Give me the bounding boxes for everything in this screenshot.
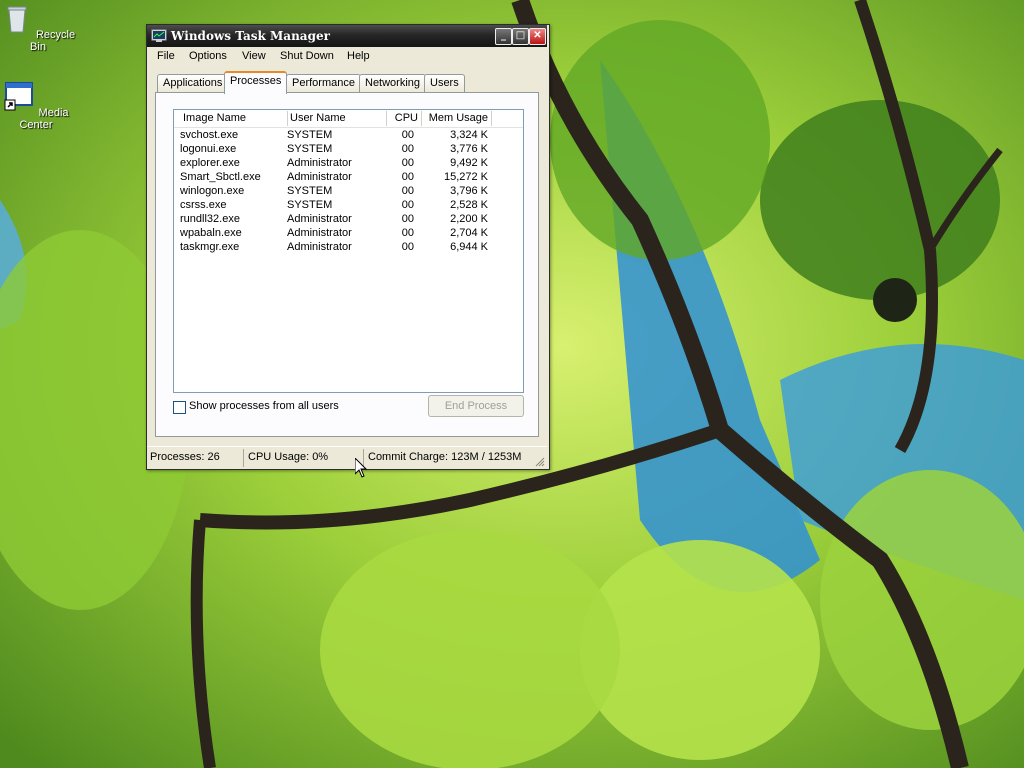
menu-view[interactable]: View	[242, 50, 266, 62]
cell-image-name: svchost.exe	[180, 129, 239, 141]
cell-image-name: explorer.exe	[180, 157, 240, 169]
processes-panel: Image Name User Name CPU Mem Usage svcho…	[155, 92, 539, 437]
cell-cpu: 00	[401, 171, 414, 183]
cell-user-name: SYSTEM	[287, 143, 333, 155]
column-image-name[interactable]: Image Name	[174, 111, 288, 126]
table-row[interactable]: taskmgr.exe Administrator 00 6,944 K	[174, 240, 523, 254]
cell-user-name: SYSTEM	[287, 129, 333, 141]
cell-cpu: 00	[401, 157, 414, 169]
close-icon: ✕	[533, 30, 542, 41]
table-row[interactable]: rundll32.exe Administrator 00 2,200 K	[174, 212, 523, 226]
column-user-name[interactable]: User Name	[288, 111, 387, 126]
cell-image-name: winlogon.exe	[180, 185, 245, 197]
close-button[interactable]: ✕	[529, 28, 546, 45]
cell-user-name: Administrator	[287, 241, 352, 253]
maximize-button[interactable]: □	[512, 28, 529, 45]
status-commit-charge: Commit Charge: 123M / 1253M	[368, 451, 522, 463]
menu-help[interactable]: Help	[347, 50, 370, 62]
cell-mem-usage: 6,944 K	[450, 241, 488, 253]
menu-options[interactable]: Options	[189, 50, 227, 62]
table-row[interactable]: explorer.exe Administrator 00 9,492 K	[174, 156, 523, 170]
tab-performance[interactable]: Performance	[286, 74, 361, 92]
cell-mem-usage: 3,796 K	[450, 185, 488, 197]
cell-image-name: taskmgr.exe	[180, 241, 240, 253]
recycle-bin-label: Recycle Bin	[30, 29, 76, 53]
table-row[interactable]: winlogon.exe SYSTEM 00 3,796 K	[174, 184, 523, 198]
cell-mem-usage: 15,272 K	[443, 171, 488, 183]
table-row[interactable]: svchost.exe SYSTEM 00 3,324 K	[174, 128, 523, 142]
media-center-shortcut-icon	[4, 82, 34, 111]
cell-mem-usage: 2,528 K	[450, 199, 488, 211]
table-row[interactable]: csrss.exe SYSTEM 00 2,528 K	[174, 198, 523, 212]
tab-applications[interactable]: Applications	[157, 74, 229, 92]
task-manager-window: Windows Task Manager _ □ ✕ File Options …	[146, 24, 550, 470]
status-divider	[243, 449, 244, 467]
maximize-icon: □	[515, 30, 526, 41]
menu-file[interactable]: File	[157, 50, 175, 62]
column-mem-usage[interactable]: Mem Usage	[422, 111, 492, 126]
cell-user-name: SYSTEM	[287, 199, 333, 211]
column-cpu[interactable]: CPU	[388, 111, 422, 126]
cell-cpu: 00	[401, 199, 414, 211]
cell-mem-usage: 3,324 K	[450, 129, 488, 141]
cell-mem-usage: 9,492 K	[450, 157, 488, 169]
table-row[interactable]: wpabaln.exe Administrator 00 2,704 K	[174, 226, 523, 240]
list-header: Image Name User Name CPU Mem Usage	[174, 110, 523, 128]
resize-grip-icon[interactable]	[535, 457, 545, 467]
cell-user-name: SYSTEM	[287, 185, 333, 197]
minimize-icon: _	[501, 30, 506, 41]
cell-image-name: Smart_Sbctl.exe	[180, 171, 261, 183]
show-all-users-label[interactable]: Show processes from all users	[189, 400, 339, 412]
process-list[interactable]: Image Name User Name CPU Mem Usage svcho…	[173, 109, 524, 393]
cell-cpu: 00	[401, 241, 414, 253]
tab-users[interactable]: Users	[424, 74, 465, 92]
cell-mem-usage: 2,200 K	[450, 213, 488, 225]
recycle-bin-icon	[7, 6, 27, 33]
tab-strip: Applications Processes Performance Netwo…	[155, 71, 545, 94]
task-manager-app-icon	[151, 29, 167, 42]
cell-user-name: Administrator	[287, 227, 352, 239]
menu-shut-down[interactable]: Shut Down	[280, 50, 334, 62]
cell-cpu: 00	[401, 227, 414, 239]
cell-user-name: Administrator	[287, 213, 352, 225]
tab-processes[interactable]: Processes	[224, 71, 288, 94]
cell-mem-usage: 2,704 K	[450, 227, 488, 239]
media-center-desktop-icon[interactable]: Media Center	[0, 80, 74, 131]
cell-cpu: 00	[401, 185, 414, 197]
cell-user-name: Administrator	[287, 171, 352, 183]
cell-image-name: logonui.exe	[180, 143, 237, 155]
tab-networking[interactable]: Networking	[359, 74, 427, 92]
end-process-button[interactable]: End Process	[428, 395, 524, 417]
mouse-cursor-icon	[355, 458, 367, 478]
cell-user-name: Administrator	[287, 157, 352, 169]
title-bar[interactable]: Windows Task Manager _ □ ✕	[147, 25, 547, 47]
table-row[interactable]: Smart_Sbctl.exe Administrator 00 15,272 …	[174, 170, 523, 184]
recycle-bin-desktop-icon[interactable]: Recycle Bin	[0, 2, 76, 53]
cell-cpu: 00	[401, 143, 414, 155]
cell-mem-usage: 3,776 K	[450, 143, 488, 155]
table-row[interactable]: logonui.exe SYSTEM 00 3,776 K	[174, 142, 523, 156]
cell-cpu: 00	[401, 129, 414, 141]
status-bar: Processes: 26 CPU Usage: 0% Commit Charg…	[147, 446, 547, 469]
cell-image-name: wpabaln.exe	[180, 227, 242, 239]
menu-bar: File Options View Shut Down Help	[147, 47, 547, 67]
window-title: Windows Task Manager	[171, 29, 330, 43]
cell-image-name: rundll32.exe	[180, 213, 240, 225]
minimize-button[interactable]: _	[495, 28, 512, 45]
status-cpu-usage: CPU Usage: 0%	[248, 451, 329, 463]
cell-image-name: csrss.exe	[180, 199, 227, 211]
status-processes: Processes: 26	[150, 451, 220, 463]
show-all-users-checkbox[interactable]	[173, 401, 186, 414]
cell-cpu: 00	[401, 213, 414, 225]
